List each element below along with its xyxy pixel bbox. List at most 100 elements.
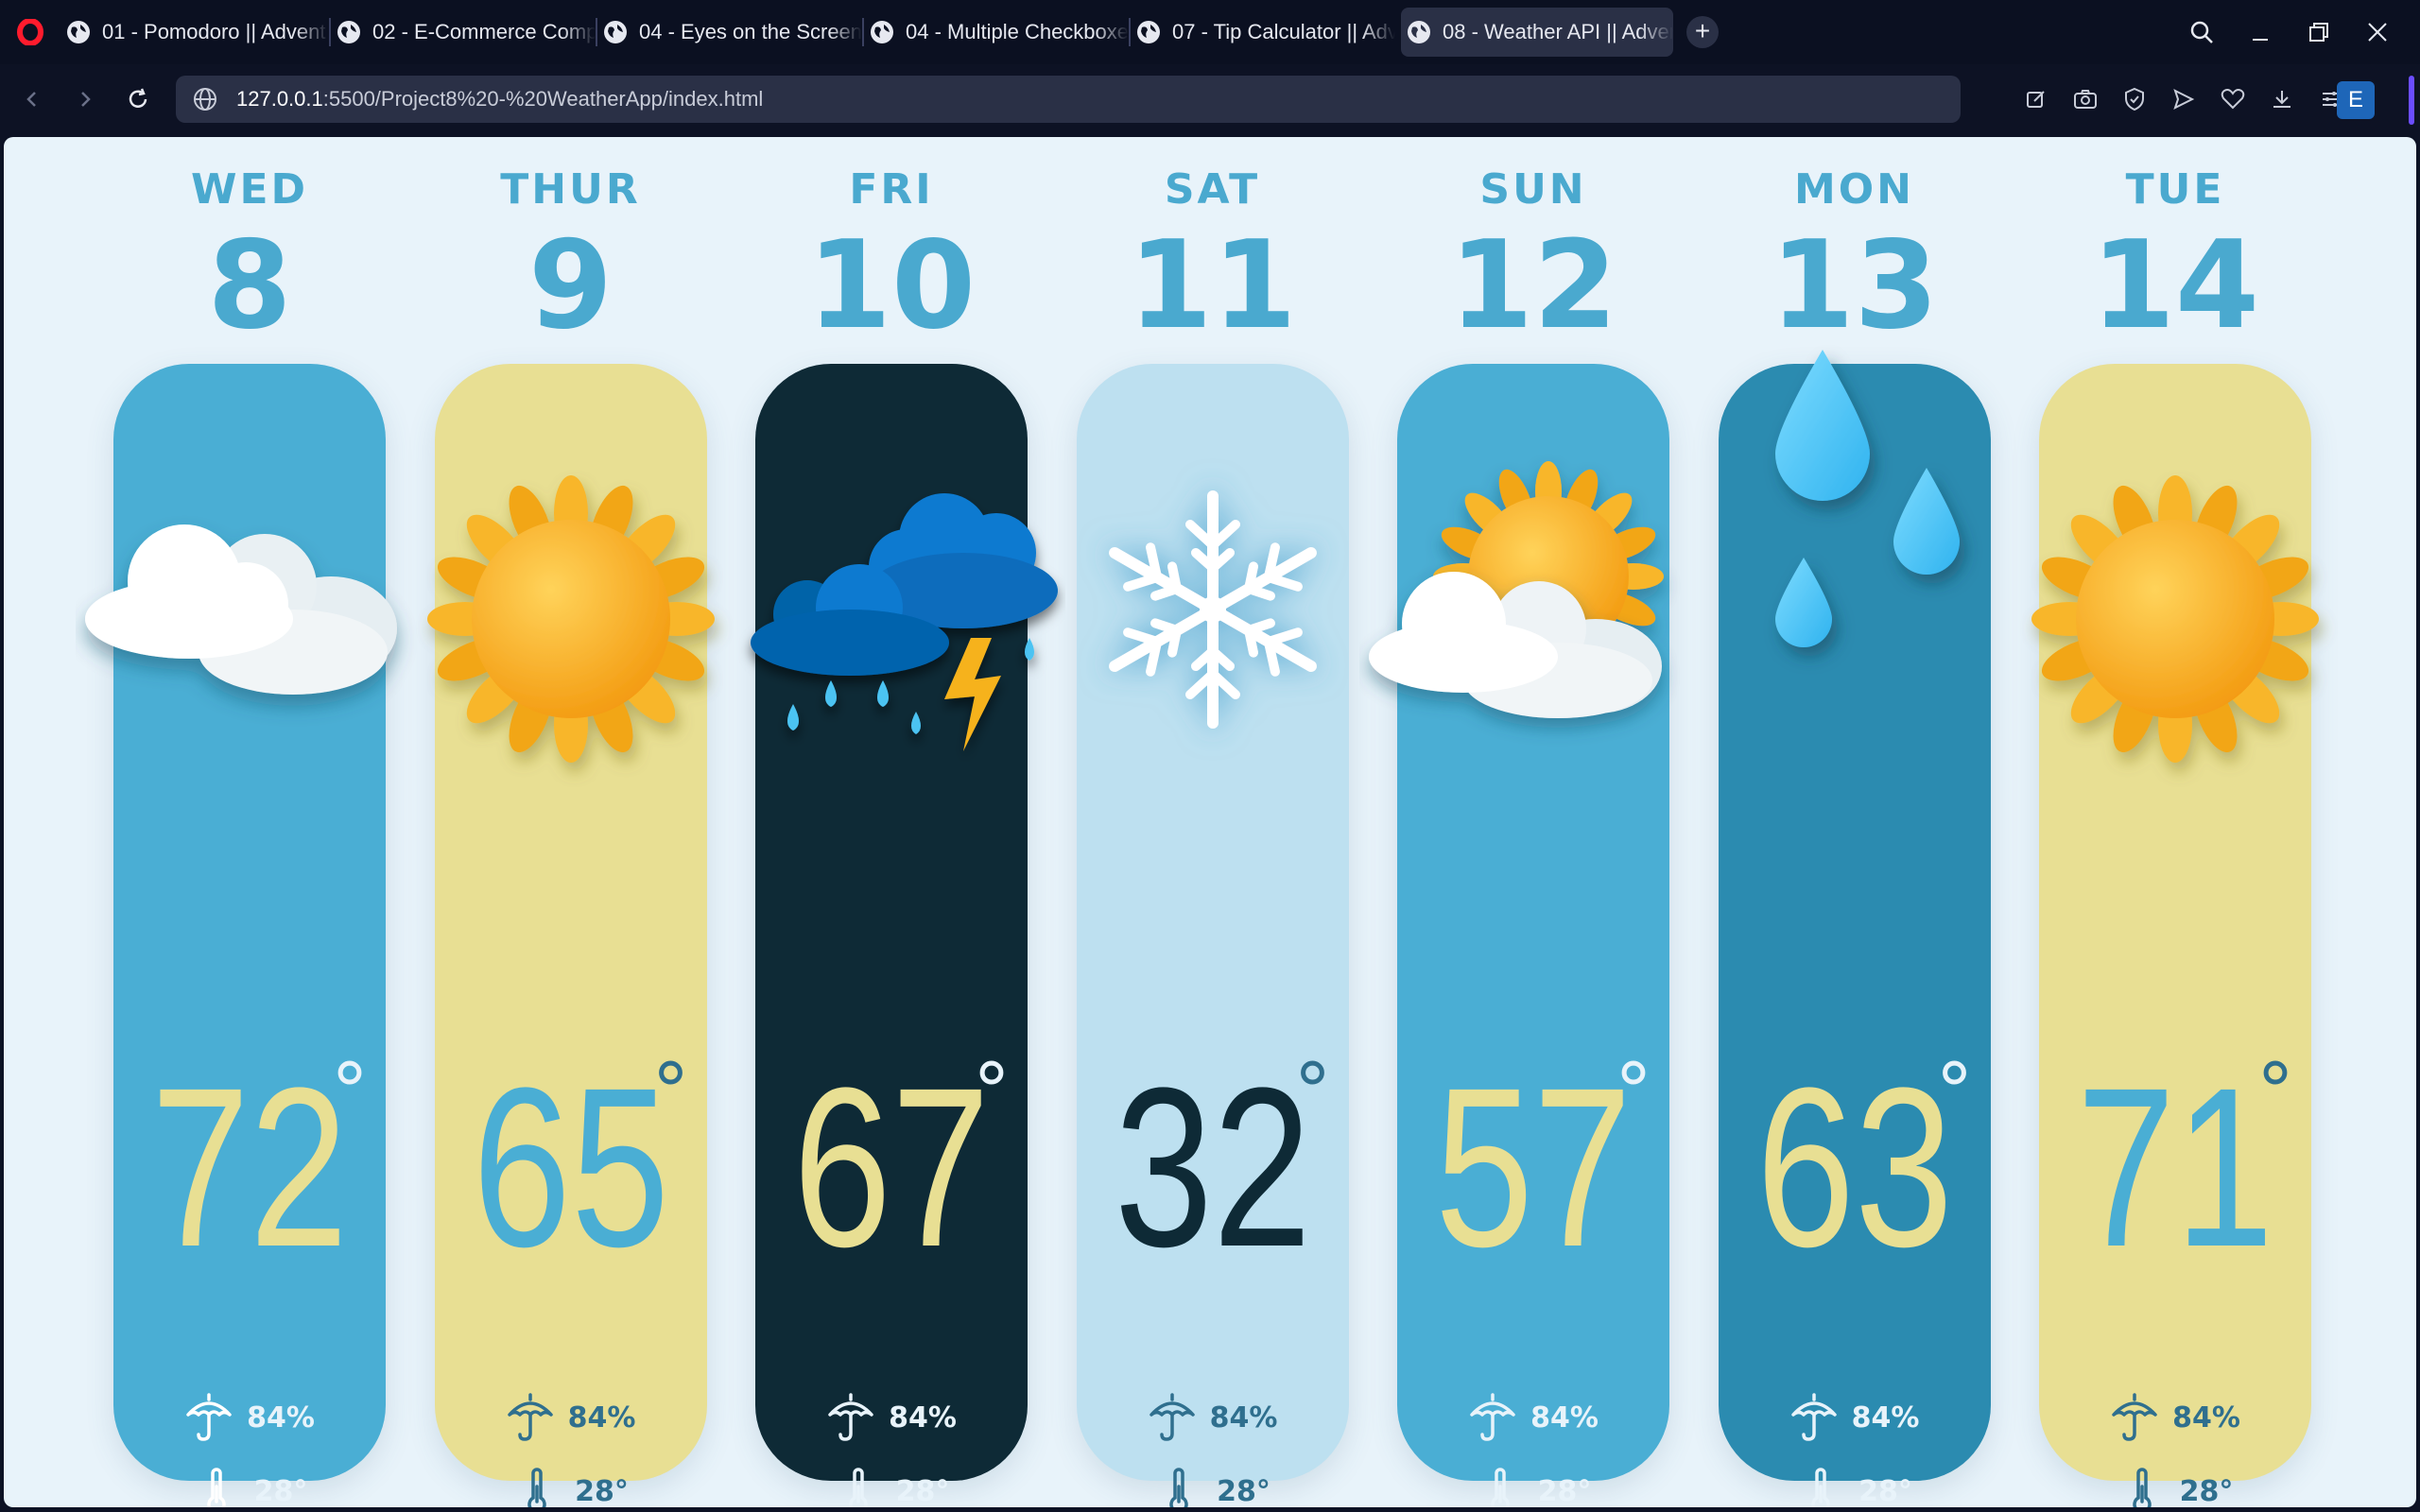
precipitation-value: 84% [2172, 1400, 2240, 1435]
weather-card: 72 ° 84% 28° [85, 364, 397, 1507]
globe-icon [1137, 21, 1160, 43]
low-temp-stat: 28° [1397, 1468, 1669, 1507]
tab-bar: 01 - Pomodoro || Advent of CSS 02 - E-Co… [0, 0, 2420, 64]
tab-tip-calculator[interactable]: 07 - Tip Calculator || Advent [1131, 8, 1395, 57]
umbrella-icon [186, 1393, 232, 1441]
umbrella-icon [2112, 1393, 2157, 1441]
partly-cloudy-icon [1359, 449, 1707, 789]
cloudy-icon [76, 449, 424, 789]
restore-button[interactable] [2290, 8, 2348, 57]
thunderstorm-icon [717, 449, 1065, 789]
precipitation-value: 84% [247, 1400, 315, 1435]
low-temp-value: 28° [2179, 1474, 2234, 1508]
camera-icon [2074, 90, 2097, 109]
precipitation-value: 84% [889, 1400, 957, 1435]
search-tabs-button[interactable] [2172, 8, 2231, 57]
globe-icon [337, 21, 360, 43]
forecast-day: SAT 11 32 ° 84% 28° [1076, 137, 1349, 1507]
precipitation-stat: 84% [435, 1392, 707, 1443]
thermometer-icon [1169, 1468, 1188, 1507]
low-temp-value: 28° [895, 1474, 950, 1508]
close-icon [2368, 23, 2387, 42]
tab-eyes[interactable]: 04 - Eyes on the Screen || Advent [597, 8, 862, 57]
profile-avatar[interactable]: E [2337, 81, 2375, 119]
tab-pomodoro[interactable]: 01 - Pomodoro || Advent of CSS [60, 8, 329, 57]
url-text: 127.0.0.1:5500/Project8%20-%20WeatherApp… [236, 87, 763, 112]
forward-button[interactable] [60, 75, 110, 124]
downloads-button[interactable] [2257, 79, 2307, 119]
degree-symbol: ° [1293, 1047, 1332, 1135]
temperature: 32 [1114, 1040, 1311, 1294]
tab-checkboxes[interactable]: 04 - Multiple Checkboxes [864, 8, 1129, 57]
tab-label: 08 - Weather API || Advent [1443, 20, 1673, 43]
degree-symbol: ° [1935, 1047, 1974, 1135]
opera-logo-icon[interactable] [8, 9, 53, 55]
umbrella-icon [1790, 1393, 1837, 1441]
weather-page: WED 8 72 ° 84% 28° THUR 9 65 ° 84% 28° F… [4, 137, 2416, 1507]
degree-symbol: ° [1615, 1047, 1652, 1135]
sidebar-toggle[interactable] [2409, 76, 2414, 125]
adblock-button[interactable] [2110, 79, 2159, 119]
temperature: 67 [792, 1040, 991, 1294]
restore-icon [2309, 23, 2328, 42]
forecast-day: FRI 10 67 ° 84% 28° [751, 137, 1058, 1507]
precipitation-value: 84% [1530, 1400, 1599, 1435]
edit-button[interactable] [2012, 79, 2061, 119]
low-temp-value: 28° [1537, 1474, 1592, 1508]
degree-symbol: ° [2256, 1047, 2294, 1135]
forecast-day: WED 8 72 ° 84% 28° [85, 137, 397, 1507]
precipitation-stat: 84% [755, 1392, 1028, 1443]
low-temp-stat: 28° [1077, 1468, 1349, 1507]
precipitation-stat: 84% [113, 1392, 386, 1443]
thermometer-icon [1811, 1468, 1830, 1507]
tab-weather-api[interactable]: 08 - Weather API || Advent [1401, 8, 1673, 57]
back-button[interactable] [8, 75, 57, 124]
tab-label: 04 - Eyes on the Screen || Advent [639, 20, 862, 43]
forecast-day: SUN 12 57 ° 84% 28° [1369, 137, 1669, 1507]
minimize-button[interactable] [2231, 8, 2290, 57]
precipitation-value: 84% [567, 1400, 636, 1435]
low-temp-value: 28° [253, 1474, 308, 1508]
day-date: 9 [527, 215, 614, 356]
heart-icon [2221, 89, 2245, 110]
tab-ecommerce[interactable]: 02 - E-Commerce Component [331, 8, 596, 57]
low-temp-value: 28° [1858, 1474, 1912, 1508]
degree-symbol: ° [331, 1047, 369, 1135]
temperature: 57 [1434, 1040, 1633, 1294]
weather-card: 71 ° 84% 28° [2031, 364, 2319, 1507]
globe-icon [1408, 21, 1430, 43]
tab-label: 04 - Multiple Checkboxes [906, 20, 1129, 43]
tab-label: 01 - Pomodoro || Advent of CSS [102, 20, 329, 43]
umbrella-icon [507, 1393, 553, 1441]
low-temp-value: 28° [1217, 1474, 1270, 1508]
globe-icon [871, 21, 893, 43]
site-info-icon[interactable] [191, 85, 219, 113]
day-name: TUE [2125, 165, 2225, 214]
day-name: SAT [1164, 165, 1261, 214]
thermometer-icon [1490, 1468, 1510, 1507]
url-field[interactable]: 127.0.0.1:5500/Project8%20-%20WeatherApp… [176, 76, 1961, 123]
close-button[interactable] [2348, 8, 2407, 57]
globe-icon [604, 21, 627, 43]
forecast-day: TUE 14 71 ° 84% 28° [2031, 137, 2319, 1507]
send-icon [2173, 89, 2195, 110]
send-button[interactable] [2159, 79, 2208, 119]
edit-icon [2027, 91, 2045, 108]
thermometer-icon [206, 1468, 226, 1507]
snapshot-button[interactable] [2061, 79, 2110, 119]
new-tab-button[interactable]: + [1686, 16, 1719, 48]
window-controls [2172, 8, 2407, 57]
reload-button[interactable] [113, 75, 163, 124]
favorites-button[interactable] [2208, 79, 2257, 119]
precipitation-value: 84% [1851, 1400, 1920, 1435]
day-date: 11 [1128, 215, 1297, 356]
day-name: WED [190, 165, 309, 214]
day-name: FRI [849, 165, 934, 214]
thermometer-icon [848, 1468, 868, 1507]
weather-card: 67 ° 84% 28° [751, 364, 1058, 1507]
umbrella-icon [1149, 1393, 1195, 1441]
chevron-left-icon [26, 92, 36, 107]
precipitation-stat: 84% [1077, 1392, 1349, 1443]
toolbar [2012, 79, 2356, 119]
day-name: MON [1793, 165, 1914, 214]
